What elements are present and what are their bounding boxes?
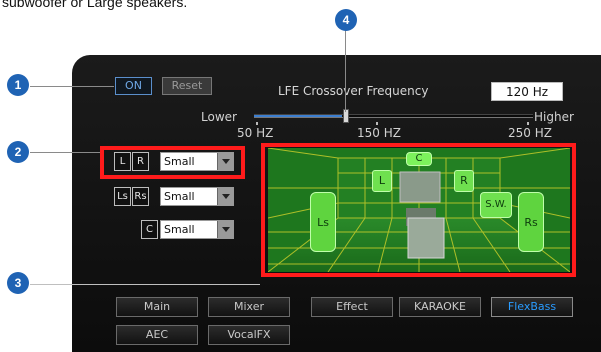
center-size-select[interactable]: Small bbox=[160, 220, 234, 239]
surround-size-value: Small bbox=[164, 190, 195, 203]
surround-right-box: Rs bbox=[132, 187, 149, 206]
on-button[interactable]: ON bbox=[115, 77, 152, 95]
lfe-frequency-value: 120 Hz bbox=[491, 82, 563, 101]
highlight-box-visualization bbox=[261, 143, 576, 277]
intro-text: subwoofer or Large speakers. bbox=[2, 0, 188, 10]
callout-badge-3: 3 bbox=[7, 272, 29, 294]
chevron-down-icon[interactable] bbox=[217, 221, 233, 238]
slider-higher-label: Higher bbox=[534, 110, 574, 124]
center-speaker-row: C Small bbox=[141, 220, 236, 239]
tick-label-250: 250 HZ bbox=[508, 126, 552, 140]
center-box: C bbox=[141, 220, 158, 239]
callout-badge-2: 2 bbox=[7, 141, 29, 163]
highlight-box-speaker-size bbox=[100, 146, 245, 179]
lfe-slider-thumb[interactable] bbox=[343, 109, 349, 123]
tab-karaoke[interactable]: KARAOKE bbox=[399, 297, 481, 317]
tick-label-50: 50 HZ bbox=[237, 126, 274, 140]
center-size-value: Small bbox=[164, 223, 195, 236]
lfe-crossover-title: LFE Crossover Frequency bbox=[278, 84, 429, 98]
callout-line-4 bbox=[345, 30, 346, 112]
tab-vocalfx[interactable]: VocalFX bbox=[208, 325, 290, 345]
reset-button[interactable]: Reset bbox=[162, 77, 212, 95]
callout-line-3 bbox=[30, 284, 260, 285]
surround-speaker-row: Ls Rs Small bbox=[114, 187, 236, 206]
callout-badge-4: 4 bbox=[335, 9, 357, 31]
surround-size-select[interactable]: Small bbox=[160, 187, 234, 206]
callout-line-1 bbox=[30, 86, 114, 87]
lfe-slider-fill bbox=[254, 115, 342, 117]
tab-mixer[interactable]: Mixer bbox=[208, 297, 290, 317]
slider-lower-label: Lower bbox=[201, 110, 237, 124]
tab-main[interactable]: Main bbox=[116, 297, 198, 317]
tab-flexbass[interactable]: FlexBass bbox=[491, 297, 573, 317]
callout-badge-1: 1 bbox=[7, 74, 29, 96]
tick-mark bbox=[376, 122, 378, 125]
tick-label-150: 150 HZ bbox=[357, 126, 401, 140]
tick-mark bbox=[256, 122, 258, 125]
callout-line-2 bbox=[30, 152, 100, 153]
tab-effect[interactable]: Effect bbox=[311, 297, 393, 317]
tick-mark bbox=[527, 122, 529, 125]
surround-left-box: Ls bbox=[114, 187, 131, 206]
tab-aec[interactable]: AEC bbox=[116, 325, 198, 345]
chevron-down-icon[interactable] bbox=[217, 188, 233, 205]
